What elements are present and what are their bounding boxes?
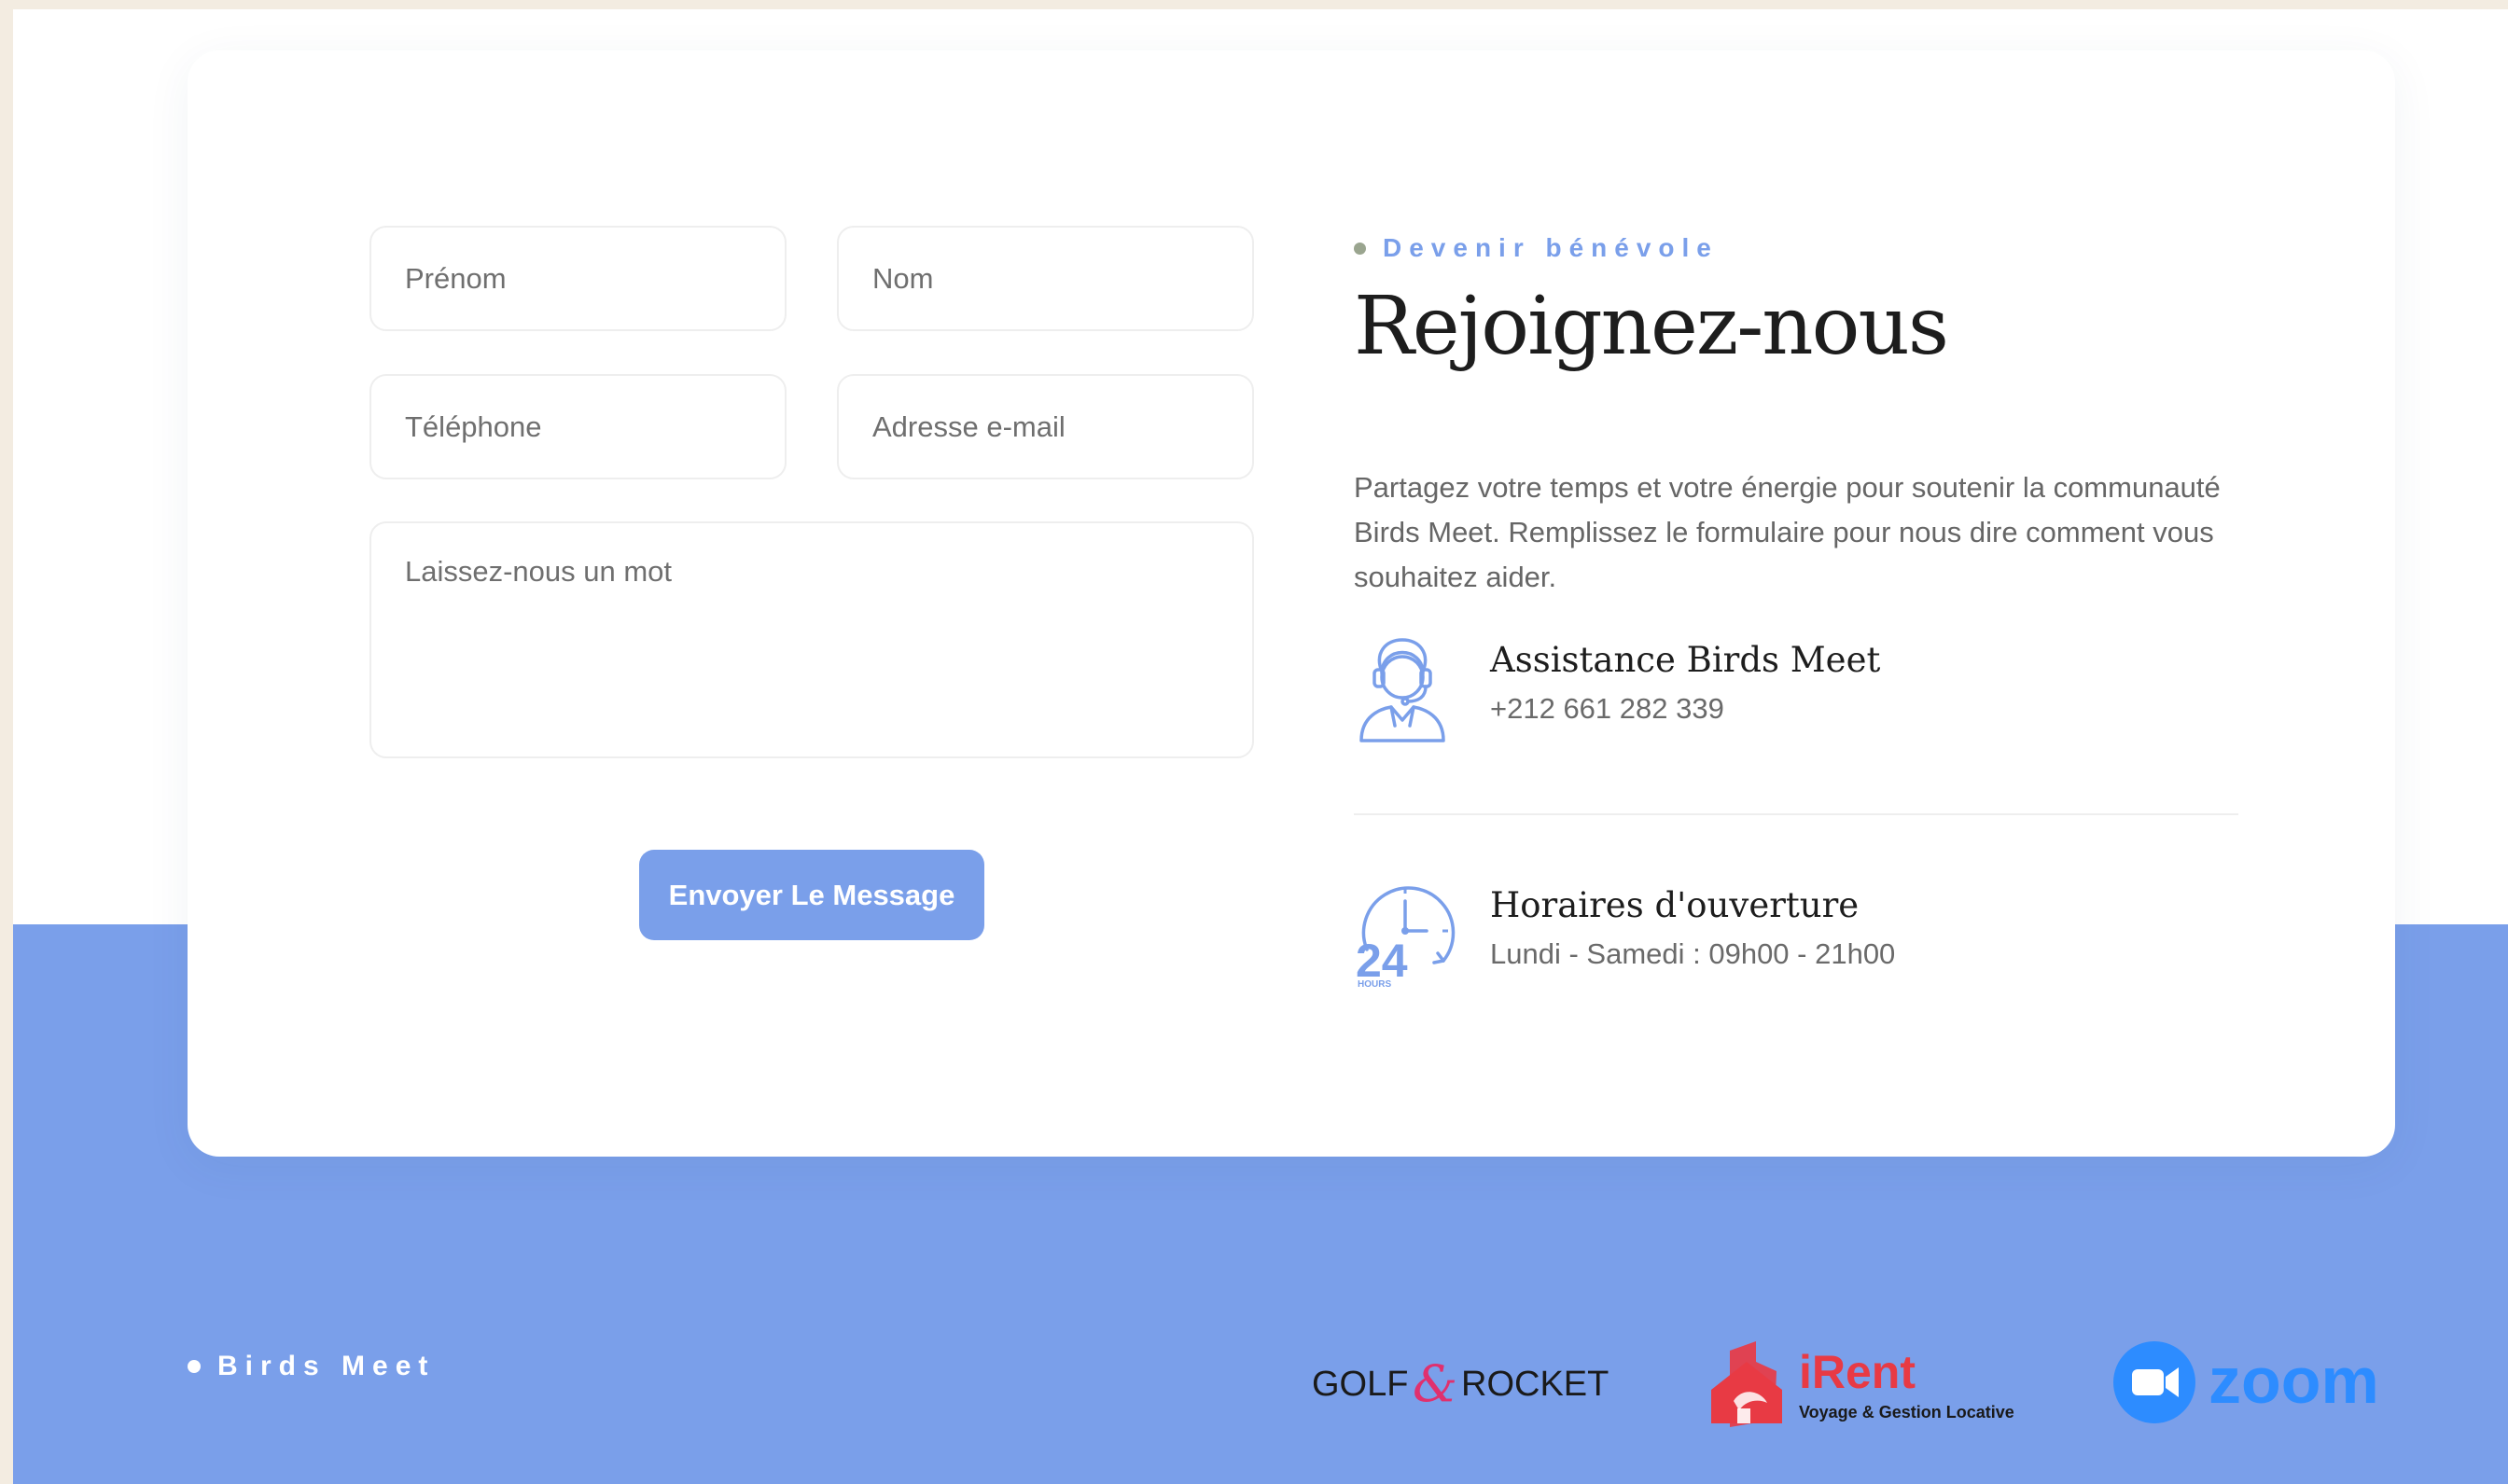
hours-title: Horaires d'ouverture — [1490, 885, 1860, 925]
golf-logo-right: ROCKET — [1461, 1365, 1609, 1404]
brand-label: Birds Meet — [217, 1351, 436, 1381]
support-agent-icon — [1359, 638, 1445, 742]
zoom-logo[interactable]: zoom — [2108, 1336, 2406, 1429]
message-placeholder: Laissez-nous un mot — [405, 555, 673, 588]
volunteer-card: Prénom Nom Téléphone Adresse e-mail Lais… — [188, 50, 2395, 1157]
phone-placeholder: Téléphone — [405, 409, 542, 443]
section-title: Rejoignez-nous — [1354, 280, 1949, 373]
footer-brand[interactable]: Birds Meet — [188, 1351, 435, 1382]
golf-logo-left: GOLF — [1312, 1365, 1408, 1404]
zoom-logo-name: zoom — [2208, 1344, 2379, 1417]
irent-logo-name: iRent — [1799, 1346, 1916, 1398]
hours-value: Lundi - Samedi : 09h00 - 21h00 — [1490, 937, 1896, 970]
brand-dot — [188, 1360, 201, 1373]
first-name-input[interactable]: Prénom — [369, 226, 787, 331]
phone-input[interactable]: Téléphone — [369, 374, 787, 479]
golf-rocket-logo[interactable]: GOLF & ROCKET — [1312, 1349, 1629, 1414]
eyebrow-label: Devenir bénévole — [1383, 233, 1719, 262]
24-hours-clock-icon: 24 HOURS — [1356, 886, 1456, 989]
last-name-placeholder: Nom — [872, 261, 934, 295]
clock-icon-caption: HOURS — [1358, 979, 1391, 989]
email-input[interactable]: Adresse e-mail — [837, 374, 1254, 479]
message-textarea[interactable]: Laissez-nous un mot — [369, 521, 1254, 758]
first-name-placeholder: Prénom — [405, 261, 507, 295]
page: Prénom Nom Téléphone Adresse e-mail Lais… — [13, 9, 2508, 1484]
section-description: Partagez votre temps et votre énergie po… — [1354, 471, 2221, 593]
contact-divider — [1354, 813, 2238, 815]
last-name-input[interactable]: Nom — [837, 226, 1254, 331]
golf-logo-ampersand: & — [1413, 1354, 1457, 1413]
send-message-button[interactable]: Envoyer Le Message — [639, 850, 984, 940]
irent-logo[interactable]: iRent Voyage & Gestion Locative — [1702, 1334, 2019, 1436]
support-title: Assistance Birds Meet — [1490, 640, 1881, 680]
support-phone[interactable]: +212 661 282 339 — [1490, 692, 1724, 726]
eyebrow-dot — [1354, 242, 1366, 255]
email-placeholder: Adresse e-mail — [872, 409, 1066, 443]
section-eyebrow: Devenir bénévole — [1354, 233, 1719, 263]
irent-logo-tagline: Voyage & Gestion Locative — [1799, 1403, 2014, 1422]
